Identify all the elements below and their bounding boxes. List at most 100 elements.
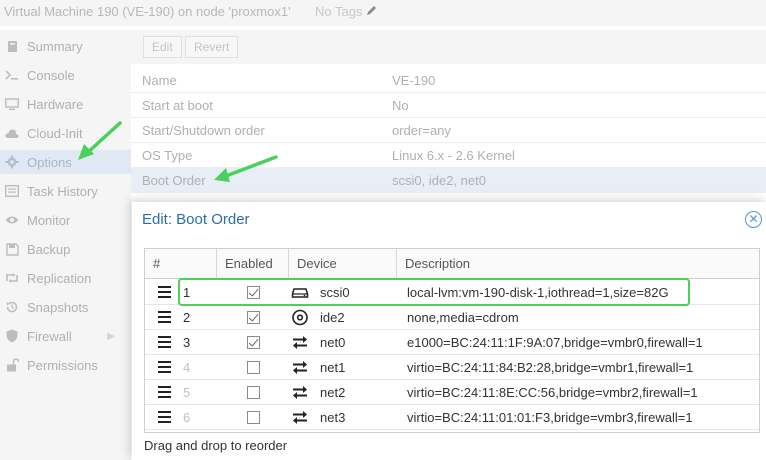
sidebar-item-label: Snapshots: [27, 299, 89, 315]
annotation-arrow-boot-order: [214, 155, 278, 182]
unlock-icon: [5, 358, 19, 372]
sidebar-item-label: Permissions: [27, 357, 98, 373]
sidebar-item-permissions[interactable]: Permissions: [0, 353, 131, 377]
device-name: ide2: [320, 310, 345, 325]
gear-icon: [5, 155, 19, 169]
table-row[interactable]: 4 net1 virtio=BC:24:11:84:B2:28,bridge=v…: [145, 355, 759, 380]
enabled-checkbox[interactable]: [247, 361, 260, 374]
column-header-number[interactable]: #: [145, 249, 217, 279]
exchange-icon: [293, 411, 307, 424]
grid-header: # Enabled Device Description: [145, 249, 759, 279]
close-icon[interactable]: ✕: [745, 211, 762, 228]
device-description: virtio=BC:24:11:01:01:F3,bridge=vmbr3,fi…: [407, 410, 693, 425]
sidebar-item-console[interactable]: Console: [0, 63, 131, 87]
sidebar-item-label: Console: [27, 67, 75, 83]
chevron-right-icon[interactable]: ▶: [107, 331, 115, 342]
boot-order-grid: # Enabled Device Description 1 scsi0 loc…: [144, 248, 760, 433]
option-row-startup-order[interactable]: Start/Shutdown order order=any: [131, 118, 766, 143]
device-description: e1000=BC:24:11:1F:9A:07,bridge=vmbr0,fir…: [407, 335, 703, 350]
cdrom-icon: [292, 309, 308, 326]
option-value: scsi0, ide2, net0: [392, 173, 486, 188]
table-row[interactable]: 6 net3 virtio=BC:24:11:01:01:F3,bridge=v…: [145, 405, 759, 430]
table-row[interactable]: 2 ide2 none,media=cdrom: [145, 305, 759, 330]
retweet-icon: [5, 271, 19, 285]
tags-label[interactable]: No Tags: [315, 4, 362, 19]
toolbar: Edit Revert: [131, 30, 766, 64]
row-number: 5: [183, 385, 191, 400]
column-header-device[interactable]: Device: [289, 249, 397, 279]
sidebar-item-label: Monitor: [27, 212, 71, 228]
sidebar-item-snapshots[interactable]: Snapshots: [0, 295, 131, 319]
device-name: net3: [320, 410, 346, 425]
option-value: No: [392, 98, 409, 113]
title-bar: Virtual Machine 190 (VE-190) on node 'pr…: [0, 0, 766, 26]
column-header-enabled[interactable]: Enabled: [217, 249, 289, 279]
option-key: Boot Order: [142, 173, 206, 188]
sidebar-item-replication[interactable]: Replication: [0, 266, 131, 290]
monitor-icon: [5, 97, 19, 111]
table-row[interactable]: 5 net2 virtio=BC:24:11:8E:CC:56,bridge=v…: [145, 380, 759, 405]
exchange-icon: [293, 386, 307, 399]
device-description: none,media=cdrom: [407, 310, 519, 325]
cloud-icon: [5, 126, 19, 140]
device-name: net2: [320, 385, 346, 400]
option-key: Start/Shutdown order: [142, 123, 265, 138]
row-number: 2: [183, 310, 191, 325]
sidebar-item-firewall[interactable]: Firewall ▶: [0, 324, 131, 348]
option-value: Linux 6.x - 2.6 Kernel: [392, 148, 515, 163]
revert-button[interactable]: Revert: [185, 36, 239, 58]
sidebar-item-label: Firewall: [27, 328, 72, 344]
floppy-icon: [5, 242, 19, 256]
sidebar-item-label: Replication: [27, 270, 92, 286]
sidebar-item-label: Backup: [27, 241, 71, 257]
sidebar-item-label: Hardware: [27, 96, 84, 112]
row-number: 6: [183, 410, 191, 425]
drag-handle-icon[interactable]: [158, 311, 171, 323]
enabled-checkbox[interactable]: [247, 311, 260, 324]
shield-icon: [5, 329, 19, 343]
drag-handle-icon[interactable]: [158, 361, 171, 373]
option-key: OS Type: [142, 148, 193, 163]
boot-order-dialog: Edit: Boot Order ✕ # Enabled Device Desc…: [132, 202, 766, 460]
drag-handle-icon[interactable]: [158, 411, 171, 423]
enabled-checkbox[interactable]: [247, 336, 260, 349]
history-icon: [5, 300, 19, 314]
list-icon: [5, 184, 19, 198]
sidebar-item-label: Task History: [27, 183, 98, 199]
enabled-checkbox[interactable]: [247, 386, 260, 399]
sidebar-item-task-history[interactable]: Task History: [0, 179, 131, 203]
option-key: Name: [142, 73, 177, 88]
column-header-description[interactable]: Description: [397, 249, 759, 279]
option-row-start-at-boot[interactable]: Start at boot No: [131, 93, 766, 118]
exchange-icon: [293, 336, 307, 349]
book-icon: [5, 39, 19, 53]
option-value: order=any: [392, 123, 451, 138]
option-row-name[interactable]: Name VE-190: [131, 68, 766, 93]
device-name: net0: [320, 335, 346, 350]
device-description: virtio=BC:24:11:84:B2:28,bridge=vmbr1,fi…: [407, 360, 694, 375]
terminal-icon: [5, 68, 19, 82]
vm-title: Virtual Machine 190 (VE-190) on node 'pr…: [4, 4, 291, 19]
drag-handle-icon[interactable]: [158, 336, 171, 348]
device-name: net1: [320, 360, 346, 375]
dialog-title: Edit: Boot Order: [142, 211, 250, 228]
table-row[interactable]: 3 net0 e1000=BC:24:11:1F:9A:07,bridge=vm…: [145, 330, 759, 355]
annotation-arrow-options: [78, 121, 122, 160]
pencil-icon[interactable]: [365, 4, 377, 18]
option-value: VE-190: [392, 73, 436, 88]
drag-handle-icon[interactable]: [158, 286, 171, 298]
row-number: 4: [183, 360, 191, 375]
sidebar-item-label: Options: [27, 154, 72, 170]
enabled-checkbox[interactable]: [247, 411, 260, 424]
highlight-box: [178, 278, 690, 306]
edit-button[interactable]: Edit: [143, 36, 182, 58]
drag-handle-icon[interactable]: [158, 386, 171, 398]
sidebar-item-hardware[interactable]: Hardware: [0, 92, 131, 116]
sidebar-item-backup[interactable]: Backup: [0, 237, 131, 261]
sidebar-item-monitor[interactable]: Monitor: [0, 208, 131, 232]
row-number: 3: [183, 335, 191, 350]
eye-icon: [5, 213, 19, 227]
option-key: Start at boot: [142, 98, 213, 113]
sidebar-item-label: Summary: [27, 38, 83, 54]
sidebar-item-summary[interactable]: Summary: [0, 34, 131, 58]
